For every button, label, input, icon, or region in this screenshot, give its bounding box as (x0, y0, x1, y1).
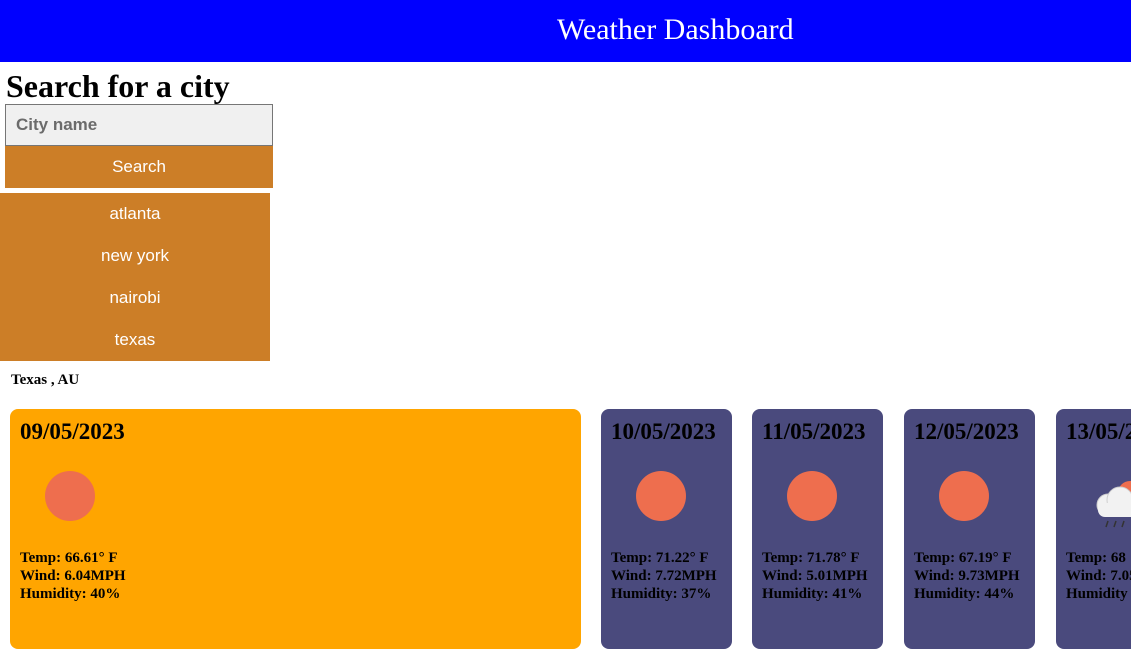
current-location: Texas , AU (11, 372, 80, 388)
wind-value: Wind: 7.72MPH (611, 568, 717, 584)
sun-icon (787, 471, 837, 521)
app-title: Weather Dashboard (557, 13, 794, 46)
city-search-input[interactable] (5, 104, 273, 146)
humidity-value: Humidity: 44% (914, 586, 1015, 602)
sun-icon (939, 471, 989, 521)
wind-value: Wind: 6.04MPH (20, 568, 126, 584)
card-stats: Temp: 71.78° F Wind: 5.01MPH Humidity: 4… (762, 549, 876, 603)
sun-icon (45, 471, 95, 521)
forecast-card: 12/05/2023 Temp: 67.19° F Wind: 9.73MPH … (904, 409, 1035, 649)
forecast-card: 11/05/2023 Temp: 71.78° F Wind: 5.01MPH … (752, 409, 883, 649)
history-item-texas[interactable]: texas (0, 319, 270, 361)
card-date: 10/05/2023 (611, 419, 716, 444)
temp-value: Temp: 67.19° F (914, 550, 1012, 566)
card-stats: Temp: 67.19° F Wind: 9.73MPH Humidity: 4… (914, 549, 1028, 603)
wind-value: Wind: 5.01MPH (762, 568, 868, 584)
wind-value: Wind: 9.73MPH (914, 568, 1020, 584)
temp-value: Temp: 71.22° F (611, 550, 709, 566)
forecast-card: 13/05/2023 Temp: 68 Wind: 7.05MPH Humidi… (1056, 409, 1131, 649)
humidity-value: Humidity: 40% (20, 586, 121, 602)
wind-value: Wind: 7.05MPH (1066, 568, 1131, 584)
history-item-new-york[interactable]: new york (0, 235, 270, 277)
humidity-value: Humidity: 41% (762, 586, 863, 602)
rain-cloud-icon (1096, 481, 1131, 528)
card-date: 09/05/2023 (20, 419, 125, 444)
sun-icon (636, 471, 686, 521)
search-history-list: atlanta new york nairobi texas (0, 193, 270, 361)
card-stats: Temp: 68 Wind: 7.05MPH Humidity (1066, 549, 1131, 603)
today-weather-card: 09/05/2023 Temp: 66.61° F Wind: 6.04MPH … (10, 409, 581, 649)
card-date: 11/05/2023 (762, 419, 866, 444)
temp-value: Temp: 71.78° F (762, 550, 860, 566)
card-stats: Temp: 71.22° F Wind: 7.72MPH Humidity: 3… (611, 549, 725, 603)
search-heading: Search for a city (6, 68, 230, 104)
history-item-atlanta[interactable]: atlanta (0, 193, 270, 235)
history-item-nairobi[interactable]: nairobi (0, 277, 270, 319)
temp-value: Temp: 66.61° F (20, 550, 118, 566)
search-button[interactable]: Search (5, 146, 273, 188)
humidity-value: Humidity: 37% (611, 586, 712, 602)
card-stats: Temp: 66.61° F Wind: 6.04MPH Humidity: 4… (20, 549, 126, 603)
temp-value: Temp: 68 (1066, 550, 1126, 566)
card-date: 13/05/2023 (1066, 419, 1131, 444)
humidity-value: Humidity (1066, 586, 1128, 602)
card-date: 12/05/2023 (914, 419, 1019, 444)
app-header: Weather Dashboard (0, 0, 1131, 62)
forecast-card: 10/05/2023 Temp: 71.22° F Wind: 7.72MPH … (601, 409, 732, 649)
